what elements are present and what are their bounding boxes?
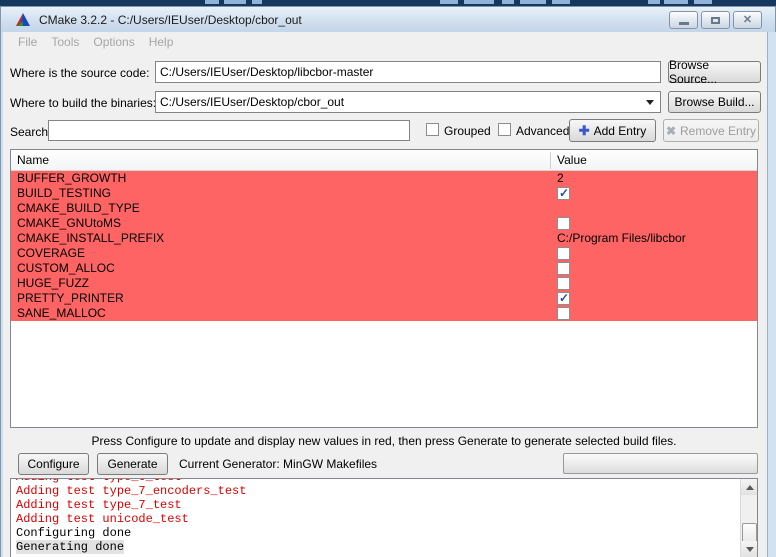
column-header-value[interactable]: Value <box>557 153 587 167</box>
value-checkbox[interactable] <box>557 292 570 305</box>
cache-name-cell: PRETTY_PRINTER <box>17 291 124 306</box>
remove-x-icon: ✖ <box>666 125 676 137</box>
log-scrollbar[interactable] <box>740 479 757 557</box>
log-line: Generating done <box>16 540 737 554</box>
table-row[interactable]: PRETTY_PRINTER <box>11 291 757 306</box>
log-line: Adding test unicode_test <box>16 512 737 526</box>
cache-table: Name Value BUFFER_GROWTH 2 BUILD_TESTING… <box>10 149 758 428</box>
grouped-label[interactable]: Grouped <box>444 124 491 138</box>
combo-dropdown-icon[interactable] <box>646 100 654 105</box>
menu-options[interactable]: Options <box>86 34 141 50</box>
scroll-down-icon <box>746 547 754 552</box>
title-bar[interactable]: CMake 3.2.2 - C:/Users/IEUser/Desktop/cb… <box>0 6 776 32</box>
window-title: CMake 3.2.2 - C:/Users/IEUser/Desktop/cb… <box>39 13 302 27</box>
table-row[interactable]: HUGE_FUZZ <box>11 276 757 291</box>
remove-entry-button: ✖ Remove Entry <box>663 119 759 142</box>
menu-bar: FileToolsOptionsHelp <box>3 32 767 51</box>
menu-help[interactable]: Help <box>142 34 181 50</box>
cmake-window: CMake 3.2.2 - C:/Users/IEUser/Desktop/cb… <box>0 0 776 557</box>
output-log[interactable]: Adding test type_6_testAdding test type_… <box>10 478 758 557</box>
cache-table-header[interactable]: Name Value <box>11 150 757 171</box>
configure-button[interactable]: Configure <box>18 453 89 475</box>
column-header-name[interactable]: Name <box>17 153 49 167</box>
scroll-down-button[interactable] <box>741 541 758 557</box>
progress-bar <box>563 453 758 474</box>
close-icon: ✕ <box>743 15 752 26</box>
column-divider[interactable] <box>550 152 551 169</box>
scroll-up-button[interactable] <box>741 479 758 495</box>
cmake-logo-icon <box>15 12 31 28</box>
maximize-icon <box>711 17 720 24</box>
maximize-button[interactable] <box>701 11 730 29</box>
build-dir-label: Where to build the binaries: <box>10 96 156 110</box>
search-label: Search: <box>10 125 51 139</box>
cache-name-cell: COVERAGE <box>17 246 85 261</box>
window-frame-left <box>0 32 3 557</box>
value-checkbox[interactable] <box>557 247 570 260</box>
add-plus-icon: ✚ <box>579 124 590 137</box>
source-code-input[interactable] <box>155 61 661 83</box>
value-checkbox[interactable] <box>557 187 570 200</box>
log-line: Adding test type_7_test <box>16 498 737 512</box>
generate-button[interactable]: Generate <box>97 453 168 475</box>
advanced-label[interactable]: Advanced <box>516 124 569 138</box>
table-row[interactable]: CMAKE_BUILD_TYPE <box>11 201 757 216</box>
grouped-checkbox[interactable] <box>426 123 439 136</box>
search-input[interactable] <box>48 120 410 141</box>
configure-note: Press Configure to update and display ne… <box>0 434 768 448</box>
table-row[interactable]: CUSTOM_ALLOC <box>11 261 757 276</box>
cache-name-cell: BUILD_TESTING <box>17 186 111 201</box>
value-checkbox[interactable] <box>557 262 570 275</box>
value-checkbox[interactable] <box>557 217 570 230</box>
menu-tools[interactable]: Tools <box>44 34 86 50</box>
table-row[interactable]: COVERAGE <box>11 246 757 261</box>
browse-source-button[interactable]: Browse Source... <box>668 61 761 83</box>
table-row[interactable]: BUFFER_GROWTH 2 <box>11 171 757 186</box>
browse-build-button[interactable]: Browse Build... <box>668 91 761 113</box>
scroll-up-icon <box>746 485 754 490</box>
table-row[interactable]: SANE_MALLOC <box>11 306 757 321</box>
close-button[interactable]: ✕ <box>733 11 762 29</box>
value-checkbox[interactable] <box>557 277 570 290</box>
cache-name-cell: HUGE_FUZZ <box>17 276 89 291</box>
log-line: Configuring done <box>16 526 737 540</box>
advanced-checkbox[interactable] <box>498 123 511 136</box>
cache-name-cell: CMAKE_GNUtoMS <box>17 216 121 231</box>
build-dir-combobox[interactable]: C:/Users/IEUser/Desktop/cbor_out <box>155 91 661 113</box>
current-generator-label: Current Generator: MinGW Makefiles <box>179 457 377 471</box>
source-code-label: Where is the source code: <box>10 66 149 80</box>
table-row[interactable]: CMAKE_GNUtoMS <box>11 216 757 231</box>
table-row[interactable]: BUILD_TESTING <box>11 186 757 201</box>
cache-value-cell[interactable]: C:/Program Files/libcbor <box>557 231 686 246</box>
cache-name-cell: BUFFER_GROWTH <box>17 171 126 186</box>
table-row[interactable]: CMAKE_INSTALL_PREFIX C:/Program Files/li… <box>11 231 757 246</box>
cache-name-cell: CUSTOM_ALLOC <box>17 261 115 276</box>
add-entry-button[interactable]: ✚ Add Entry <box>569 119 656 142</box>
cache-name-cell: CMAKE_BUILD_TYPE <box>17 201 140 216</box>
window-frame-right <box>767 32 776 557</box>
value-checkbox[interactable] <box>557 307 570 320</box>
cache-value-cell[interactable]: 2 <box>557 171 564 186</box>
cache-name-cell: CMAKE_INSTALL_PREFIX <box>17 231 164 246</box>
menu-file[interactable]: File <box>11 34 44 50</box>
log-line: Adding test type_7_encoders_test <box>16 484 737 498</box>
cache-name-cell: SANE_MALLOC <box>17 306 106 321</box>
minimize-icon <box>679 22 689 25</box>
minimize-button[interactable] <box>669 11 698 29</box>
